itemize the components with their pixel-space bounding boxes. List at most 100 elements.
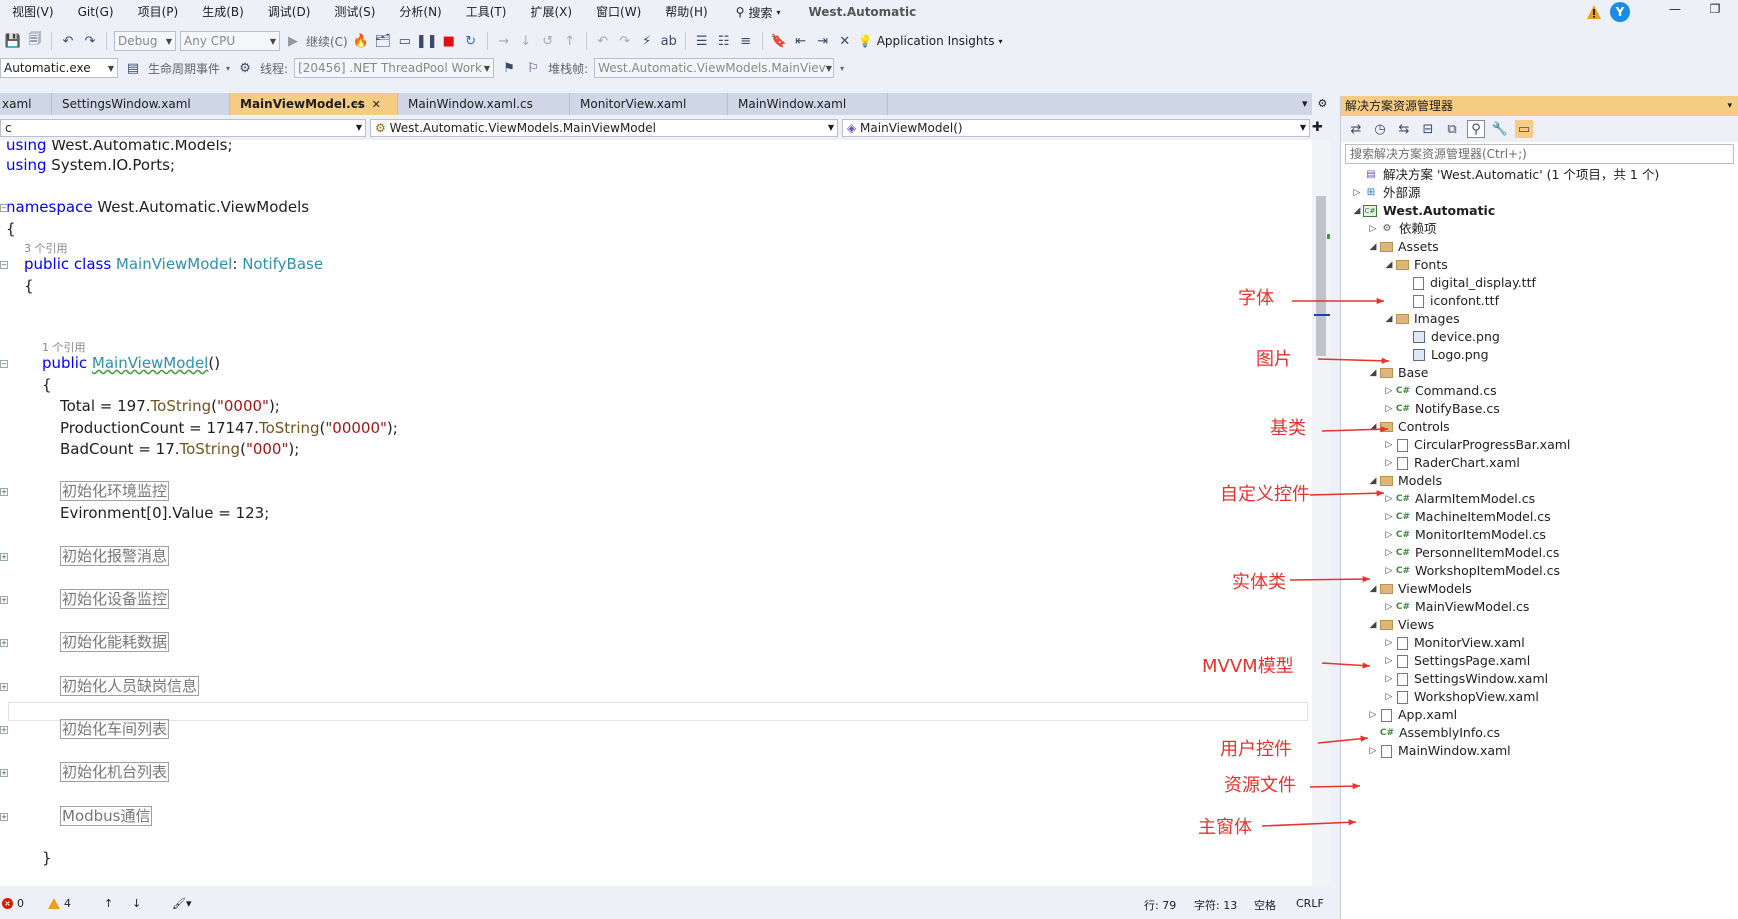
tree-item[interactable]: ▷ SettingsWindow.xaml	[1383, 670, 1549, 688]
gear-icon[interactable]: ⚙	[1318, 93, 1328, 115]
expand-icon[interactable]: ▷	[1383, 562, 1395, 580]
search-button[interactable]: ⚲ 搜索 ▾	[728, 4, 789, 21]
tree-item[interactable]: ◢ Controls	[1367, 418, 1450, 436]
tree-item[interactable]: ▷ SettingsPage.xaml	[1383, 652, 1531, 670]
tab-mainwindow-cs[interactable]: MainWindow.xaml.cs	[398, 93, 570, 115]
collapse-icon[interactable]: ◢	[1367, 472, 1379, 490]
collapsed-region[interactable]: 初始化人员缺岗信息	[60, 676, 200, 696]
fold-toggle[interactable]: +	[0, 639, 8, 647]
browse-icon[interactable]: 🗂	[374, 32, 392, 50]
fold-toggle[interactable]: −	[0, 261, 8, 269]
save-all-icon[interactable]: 🗐	[26, 32, 44, 50]
project-nav-select[interactable]: c ▼	[0, 119, 366, 137]
next-bookmark-icon[interactable]: ⇥	[814, 32, 832, 50]
thread-select[interactable]: [20456] .NET ThreadPool Work ▼	[294, 58, 495, 78]
tree-item[interactable]: Logo.png	[1399, 346, 1489, 364]
codelens-references[interactable]: 3 个引用	[24, 240, 68, 256]
menu-help[interactable]: 帮助(H)	[653, 0, 719, 24]
step-back-icon[interactable]: ↺	[539, 32, 557, 50]
menu-debug[interactable]: 调试(D)	[256, 0, 323, 24]
expand-icon[interactable]: ▷	[1383, 400, 1395, 418]
tree-item[interactable]: ◢ Views	[1367, 616, 1435, 634]
fold-toggle[interactable]: −	[0, 360, 8, 368]
tree-item[interactable]: ▷ MainWindow.xaml	[1367, 742, 1511, 760]
line-number[interactable]: 行: 79	[1144, 897, 1176, 913]
menu-extensions[interactable]: 扩展(X)	[518, 0, 584, 24]
stop-icon[interactable]: ■	[440, 32, 458, 50]
collapse-icon[interactable]: ◢	[1383, 310, 1395, 328]
tree-item[interactable]: ◢ Assets	[1367, 238, 1439, 256]
uncomment-icon[interactable]: ☷	[715, 32, 733, 50]
properties-icon[interactable]: 🔧	[1491, 120, 1509, 138]
codelens-references[interactable]: 1 个引用	[42, 339, 86, 355]
pin-icon[interactable]: ⊣	[352, 98, 362, 111]
redo-icon[interactable]: ↷	[81, 32, 99, 50]
expand-icon[interactable]: ▷	[1367, 742, 1379, 760]
expand-icon[interactable]: ▷	[1383, 382, 1395, 400]
expand-icon[interactable]: ▷	[1383, 490, 1395, 508]
prev-bookmark-icon[interactable]: ⇤	[792, 32, 810, 50]
split-editor-icon[interactable]: ✚	[1312, 120, 1323, 135]
collapsed-region[interactable]: 初始化车间列表	[60, 719, 170, 739]
collapsed-region[interactable]: 初始化机台列表	[60, 762, 170, 782]
tree-item[interactable]: ▷ C# MainViewModel.cs	[1383, 598, 1530, 616]
expand-icon[interactable]: ▷	[1367, 220, 1379, 238]
spellcheck-icon[interactable]: ab	[660, 32, 678, 50]
tree-item[interactable]: ▤ 解决方案 'West.Automatic' (1 个项目，共 1 个)	[1351, 166, 1659, 184]
collapsed-region[interactable]: 初始化报警消息	[60, 546, 170, 566]
tab-mainwindow-xaml[interactable]: MainWindow.xaml	[728, 93, 888, 115]
continue-button[interactable]: 继续(C)	[306, 33, 348, 50]
type-nav-select[interactable]: ⚙ West.Automatic.ViewModels.MainViewMode…	[370, 119, 838, 137]
restore-button[interactable]: ❐	[1700, 2, 1730, 16]
menu-build[interactable]: 生成(B)	[190, 0, 256, 24]
collapse-icon[interactable]: ◢	[1367, 580, 1379, 598]
sync-icon[interactable]: ⇆	[1395, 120, 1413, 138]
close-icon[interactable]: ✕	[372, 98, 381, 111]
fold-toggle[interactable]: +	[0, 683, 8, 691]
tab-monitorview[interactable]: MonitorView.xaml	[570, 93, 728, 115]
tree-item[interactable]: ▷ C# MonitorItemModel.cs	[1383, 526, 1546, 544]
tree-item[interactable]: ▷ C# AlarmItemModel.cs	[1383, 490, 1536, 508]
navigate-back-icon[interactable]: ↶	[594, 32, 612, 50]
step-into-icon[interactable]: ↓	[517, 32, 535, 50]
filter-icon[interactable]: ⚐	[524, 59, 542, 77]
expand-icon[interactable]: ▷	[1383, 670, 1395, 688]
fold-toggle[interactable]: +	[0, 769, 8, 777]
save-icon[interactable]: 💾	[4, 32, 22, 50]
tree-item[interactable]: ▷ MonitorView.xaml	[1383, 634, 1525, 652]
tree-item[interactable]: ▷ ⊞ 外部源	[1351, 184, 1421, 202]
play-icon[interactable]: ▶	[284, 32, 302, 50]
collapse-icon[interactable]: ◢	[1351, 202, 1363, 220]
lifecycle-events-button[interactable]: 生命周期事件	[148, 60, 220, 77]
menu-window[interactable]: 窗口(W)	[584, 0, 653, 24]
tree-item[interactable]: C# AssemblyInfo.cs	[1367, 724, 1500, 742]
tree-item[interactable]: ◢ Base	[1367, 364, 1429, 382]
configuration-select[interactable]: Debug ▼	[114, 31, 176, 51]
preview-icon[interactable]: ▭	[1515, 120, 1533, 138]
tree-item[interactable]: ◢ Models	[1367, 472, 1443, 490]
menu-test[interactable]: 测试(S)	[322, 0, 387, 24]
application-insights-button[interactable]: 💡 Application Insights ▾	[858, 34, 1003, 48]
next-issue-icon[interactable]: ↓	[132, 897, 141, 910]
step-out-icon[interactable]: ↑	[561, 32, 579, 50]
history-icon[interactable]: ◷	[1371, 120, 1389, 138]
expand-icon[interactable]: ▷	[1351, 184, 1363, 202]
error-count[interactable]: × 0	[2, 897, 24, 910]
show-all-files-icon[interactable]: ⧉	[1443, 120, 1461, 138]
navigate-forward-icon[interactable]: ↷	[616, 32, 634, 50]
process-select[interactable]: Automatic.exe ▼	[0, 58, 118, 78]
undo-icon[interactable]: ↶	[59, 32, 77, 50]
diagnostics-icon[interactable]: ⚡	[638, 32, 656, 50]
menu-analyze[interactable]: 分析(N)	[387, 0, 453, 24]
switch-views-icon[interactable]: ⇄	[1347, 120, 1365, 138]
tree-item[interactable]: ▷ C# Command.cs	[1383, 382, 1497, 400]
fold-toggle[interactable]: +	[0, 726, 8, 734]
tree-item[interactable]: digital_display.ttf	[1399, 274, 1536, 292]
collapse-icon[interactable]: ◢	[1367, 418, 1379, 436]
expand-icon[interactable]: ▷	[1367, 706, 1379, 724]
collapse-icon[interactable]: ◢	[1367, 616, 1379, 634]
tree-item[interactable]: ▷ C# WorkshopItemModel.cs	[1383, 562, 1560, 580]
window-layout-icon[interactable]: ▭	[396, 32, 414, 50]
tree-item[interactable]: ▷ ⚙ 依赖项	[1367, 220, 1437, 238]
scrollbar-thumb[interactable]	[1316, 196, 1326, 356]
